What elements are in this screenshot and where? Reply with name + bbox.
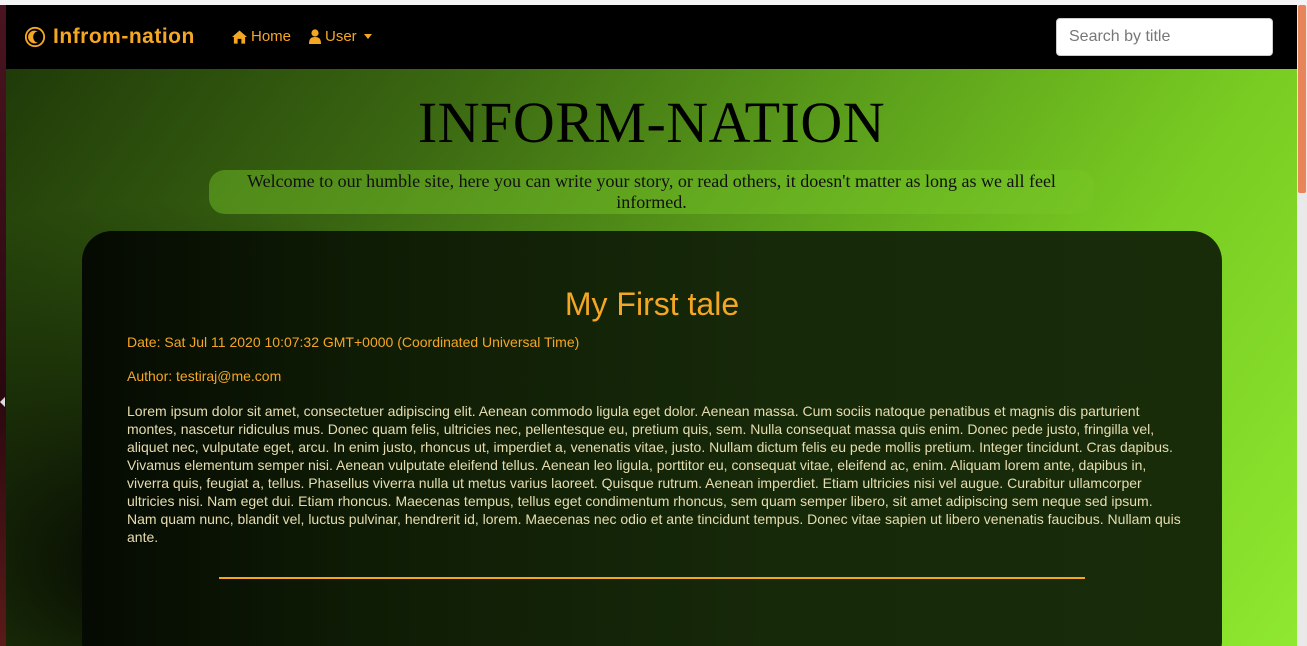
nav-home-label: Home [251, 28, 292, 45]
brand-name: Infrom-nation [53, 25, 195, 48]
page-scrollbar[interactable] [1297, 5, 1307, 646]
nav-user-label: User [325, 28, 357, 45]
nav-home-link[interactable]: Home [232, 28, 291, 45]
caret-down-icon [363, 34, 372, 39]
page-viewport: Infrom-nation Home User INFORM-NATION We… [6, 5, 1297, 646]
brand-link[interactable]: Infrom-nation [24, 25, 195, 49]
user-icon [309, 29, 321, 44]
nav-user-dropdown[interactable]: User [309, 28, 372, 45]
post-divider [219, 577, 1085, 579]
home-icon [232, 29, 247, 44]
navbar: Infrom-nation Home User [6, 5, 1297, 69]
scrollbar-thumb[interactable] [1298, 5, 1306, 193]
site-tagline: Welcome to our humble site, here you can… [209, 170, 1094, 214]
post-title: My First tale [564, 286, 740, 322]
page-title: INFORM-NATION [417, 90, 886, 155]
sidebar-collapse-arrow-icon[interactable] [0, 397, 5, 407]
post-body: Lorem ipsum dolor sit amet, consectetuer… [127, 403, 1181, 545]
post-author: Author: testiraj@me.com [127, 368, 282, 384]
search-input[interactable] [1056, 18, 1273, 56]
post-date: Date: Sat Jul 11 2020 10:07:32 GMT+0000 … [127, 334, 580, 350]
crescent-logo-icon [24, 26, 46, 48]
post-card: My First tale Date: Sat Jul 11 2020 10:0… [82, 231, 1222, 646]
